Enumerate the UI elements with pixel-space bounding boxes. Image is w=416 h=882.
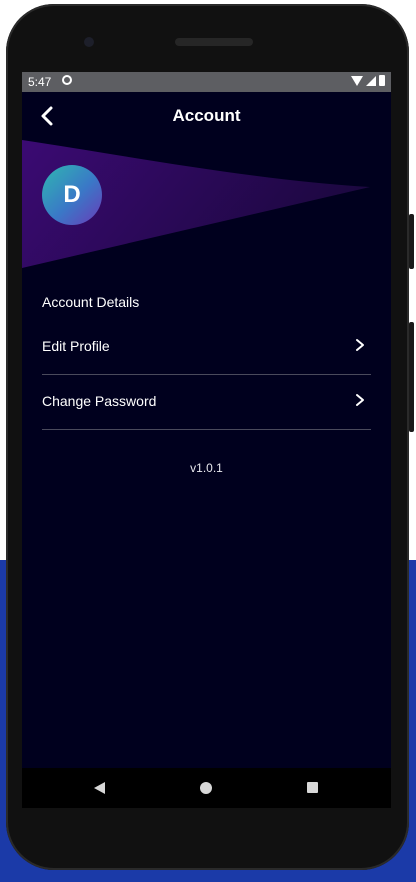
battery-icon — [379, 75, 385, 86]
status-bar: 5:47 — [22, 72, 391, 92]
volume-button — [409, 322, 414, 432]
edit-profile-item[interactable]: Edit Profile — [42, 319, 371, 375]
chevron-right-icon — [356, 394, 364, 406]
sync-icon — [62, 75, 72, 85]
front-camera — [84, 37, 94, 47]
app-version: v1.0.1 — [190, 461, 223, 475]
wifi-icon — [351, 75, 363, 86]
status-time: 5:47 — [28, 75, 52, 89]
back-triangle-icon[interactable] — [94, 782, 105, 794]
home-circle-icon[interactable] — [200, 782, 212, 794]
avatar: D — [42, 165, 102, 225]
signal-icon — [366, 75, 376, 86]
page-title: Account — [172, 106, 241, 125]
app-screen: 5:47 Account D Account Details Edit Prof… — [22, 72, 391, 808]
app-bar: Account — [22, 92, 391, 140]
chevron-right-icon — [356, 339, 364, 351]
edit-profile-label: Edit Profile — [42, 338, 110, 354]
avatar-initial: D — [63, 181, 81, 208]
change-password-item[interactable]: Change Password — [42, 374, 371, 430]
status-icons — [351, 75, 385, 86]
earpiece-speaker — [175, 38, 253, 46]
system-nav-bar — [22, 768, 391, 808]
power-button — [409, 214, 414, 269]
change-password-label: Change Password — [42, 393, 157, 409]
recents-square-icon[interactable] — [307, 782, 318, 793]
section-title: Account Details — [42, 294, 140, 310]
